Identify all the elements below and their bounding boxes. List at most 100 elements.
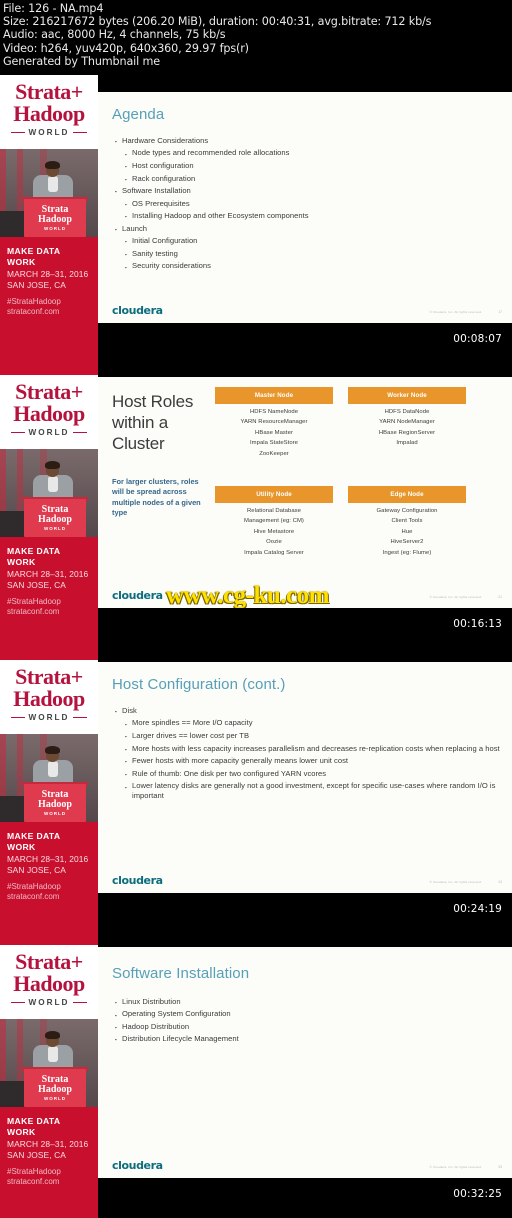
slide-bullet: More hosts with less capacity increases … (115, 744, 500, 755)
file-info-line-5: Generated by Thumbnail me (3, 54, 160, 68)
logo-world-text: WORLD (28, 713, 70, 722)
slide-bullet-list: Linux DistributionOperating System Confi… (115, 997, 500, 1047)
slide-copyright: © Cloudera, Inc. All rights reserved. (429, 880, 482, 884)
video-frame[interactable]: Host Configuration (cont.) DiskMore spin… (98, 660, 512, 945)
conference-details: MAKE DATA WORK MARCH 28–31, 2016 SAN JOS… (0, 1107, 98, 1218)
rule-left-icon (10, 717, 25, 718)
host-role-column: Master Node HDFS NameNode YARN ResourceMa… (215, 387, 333, 457)
strata-hadoop-logo: Strata+ Hadoop WORLD (0, 375, 98, 449)
slide-bullet-list: DiskMore spindles == More I/O capacity La… (115, 706, 500, 803)
site-watermark: www.cg-ku.com (166, 582, 329, 608)
conference-sidebar-2: Strata+ Hadoop WORLD Strata Hadoop WORLD (0, 660, 98, 945)
podium-line-3: WORLD (44, 226, 66, 231)
speaker-photo: Strata Hadoop WORLD (0, 734, 98, 822)
presentation-slide: Host Configuration (cont.) DiskMore spin… (98, 662, 512, 893)
logo-line-2: Hadoop (13, 101, 85, 126)
host-role-item: Hive Metastore (253, 528, 295, 535)
conference-sidebar-1: Strata+ Hadoop WORLD Strata Hadoop WORLD (0, 375, 98, 660)
slide-page-number: 33 (498, 1165, 502, 1169)
file-info-header: File: 126 - NA.mp4 Size: 216217672 bytes… (0, 0, 512, 75)
podium-line-2: Hadoop (38, 799, 72, 810)
conference-city: SAN JOSE, CA (7, 865, 66, 876)
host-role-item: YARN NodeManager (379, 419, 435, 426)
thumbnail-item[interactable]: Strata+ Hadoop WORLD Strata Hadoop WORLD (0, 375, 512, 660)
conference-hashtag: #StrataHadoop (7, 1167, 61, 1177)
host-role-item: Hue (401, 528, 413, 535)
logo-line-2: Hadoop (13, 401, 85, 426)
podium: Strata Hadoop WORLD (24, 1069, 86, 1107)
host-role-column: Edge Node Gateway Configuration Client To… (348, 486, 466, 556)
host-role-item: Management (eg: CM) (244, 518, 304, 525)
logo-world-rule: WORLD (0, 428, 98, 437)
slide-bullet: Distribution Lifecycle Management (115, 1034, 500, 1045)
slide-title: Software Installation (112, 965, 250, 982)
thumbnail-item[interactable]: Strata+ Hadoop WORLD Strata Hadoop WORLD (0, 945, 512, 1218)
conference-details: MAKE DATA WORK MARCH 28–31, 2016 SAN JOS… (0, 822, 98, 945)
conference-hashtag: #StrataHadoop (7, 882, 61, 892)
logo-world-rule: WORLD (0, 998, 98, 1007)
conference-url: strataconf.com (7, 307, 60, 317)
logo-world-rule: WORLD (0, 713, 98, 722)
host-role-item: HiveServer2 (390, 539, 424, 546)
conference-city: SAN JOSE, CA (7, 580, 66, 591)
slide-bullet: Rack configuration (115, 174, 500, 185)
slide-page-number: 17 (498, 310, 502, 314)
slide-bullet: Hardware Considerations (115, 136, 500, 147)
host-role-item: Impala StateStore (249, 440, 298, 447)
rule-right-icon (73, 432, 88, 433)
conference-dates: MARCH 28–31, 2016 (7, 854, 89, 864)
logo-world-text: WORLD (28, 128, 70, 137)
host-role-column: Worker Node HDFS DataNode YARN NodeManage… (348, 387, 466, 446)
speaker-photo: Strata Hadoop WORLD (0, 449, 98, 537)
slide-copyright: © Cloudera, Inc. All rights reserved. (429, 595, 482, 599)
logo-line-1: Strata+ (15, 949, 83, 974)
host-role-item: HBase RegionServer (378, 429, 436, 436)
logo-line-2: Hadoop (13, 686, 85, 711)
video-frame[interactable]: Agenda Hardware ConsiderationsNode types… (98, 75, 512, 375)
podium: Strata Hadoop WORLD (24, 199, 86, 237)
presentation-slide: Agenda Hardware ConsiderationsNode types… (98, 92, 512, 323)
conference-tagline: MAKE DATA WORK (7, 831, 61, 852)
host-role-item: HDFS NameNode (249, 408, 299, 415)
thumbnail-timestamp: 00:24:19 (453, 903, 502, 915)
host-role-item: ZooKeeper (259, 450, 289, 457)
podium: Strata Hadoop WORLD (24, 784, 86, 822)
strata-hadoop-logo: Strata+ Hadoop WORLD (0, 75, 98, 149)
slide-bullet: Launch (115, 224, 500, 235)
speaker-hair (45, 1031, 60, 1039)
slide-bullet: Linux Distribution (115, 997, 500, 1008)
logo-line-1: Strata+ (15, 664, 83, 689)
podium-line-2: Hadoop (38, 514, 72, 525)
slide-bullet: Operating System Configuration (115, 1009, 500, 1020)
rule-right-icon (73, 132, 88, 133)
speaker-shirt (48, 1046, 58, 1062)
logo-world-text: WORLD (28, 998, 70, 1007)
video-frame[interactable]: Software Installation Linux Distribution… (98, 945, 512, 1218)
presentation-slide: Host Roles within a Cluster For larger c… (98, 377, 512, 608)
thumbnail-item[interactable]: Strata+ Hadoop WORLD Strata Hadoop WORLD (0, 75, 512, 375)
host-role-item: Impalad (396, 440, 418, 447)
speaker-shirt (48, 476, 58, 492)
slide-bullet: Initial Configuration (115, 236, 500, 247)
podium-line-3: WORLD (44, 526, 66, 531)
thumbnail-sheet: File: 126 - NA.mp4 Size: 216217672 bytes… (0, 0, 512, 1218)
stage-shadow (0, 511, 26, 537)
video-frame[interactable]: Host Roles within a Cluster For larger c… (98, 375, 512, 660)
host-role-column: Utility Node Relational Database Manageme… (215, 486, 333, 556)
file-info-line-1: File: 126 - NA.mp4 (3, 2, 104, 15)
rule-right-icon (73, 1002, 88, 1003)
slide-title: Host Roles within a Cluster (112, 392, 194, 453)
conference-url: strataconf.com (7, 1177, 60, 1187)
conference-hashtag: #StrataHadoop (7, 597, 61, 607)
slide-bullet: More spindles == More I/O capacity (115, 718, 500, 729)
slide-bullet: Installing Hadoop and other Ecosystem co… (115, 211, 500, 222)
podium-line-3: WORLD (44, 1096, 66, 1101)
stage-shadow (0, 211, 26, 237)
thumbnail-timestamp: 00:32:25 (453, 1188, 502, 1200)
thumbnail-timestamp: 00:16:13 (453, 618, 502, 630)
host-role-item: Impala Catalog Server (244, 549, 304, 556)
conference-hashtag: #StrataHadoop (7, 297, 61, 307)
slide-bullet: OS Prerequisites (115, 199, 500, 210)
host-role-item: Oozie (266, 539, 282, 546)
thumbnail-item[interactable]: Strata+ Hadoop WORLD Strata Hadoop WORLD (0, 660, 512, 945)
